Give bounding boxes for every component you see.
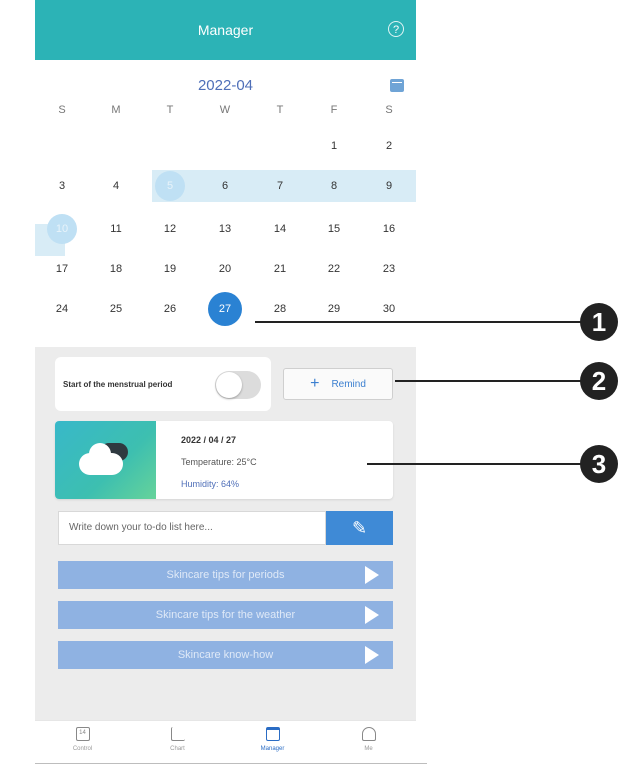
period-card: Start of the menstrual period: [55, 357, 271, 411]
calendar-day[interactable]: 10: [35, 213, 89, 245]
help-icon[interactable]: ?: [388, 21, 404, 37]
tip-weather-button[interactable]: Skincare tips for the weather: [58, 601, 393, 629]
month-label: 2022-04: [197, 76, 254, 94]
calendar-day[interactable]: 6: [198, 170, 252, 202]
calendar-day[interactable]: 18: [89, 253, 143, 285]
calendar-icon: [265, 727, 280, 741]
weekday-label: S: [385, 104, 393, 116]
calendar-day[interactable]: 27: [198, 293, 252, 325]
remind-button[interactable]: + Remind: [283, 368, 393, 400]
calendar-day[interactable]: 24: [35, 293, 89, 325]
weekday-label: F: [330, 104, 338, 116]
tab-manager[interactable]: Manager: [225, 727, 320, 752]
todo-edit-button[interactable]: ✎: [326, 511, 393, 545]
callout-badge: 2: [580, 362, 618, 400]
cloudy-night-icon: [55, 421, 156, 499]
play-arrow-icon: [365, 606, 379, 624]
calendar-day[interactable]: 20: [198, 253, 252, 285]
period-label: Start of the menstrual period: [63, 379, 173, 389]
calendar-day[interactable]: 9: [362, 170, 416, 202]
calendar-day[interactable]: 4: [89, 170, 143, 202]
tab-label: Me: [364, 746, 373, 752]
tab-control[interactable]: 14 Control: [35, 727, 130, 752]
callout-line: [255, 321, 585, 323]
control-icon: 14: [75, 727, 90, 741]
play-arrow-icon: [365, 646, 379, 664]
weather-card: 2022 / 04 / 27 Temperature: 25°C Humidit…: [55, 421, 393, 499]
chart-icon: [170, 727, 185, 741]
person-icon: [361, 727, 376, 741]
weekday-header: SMTWTFS: [35, 104, 416, 124]
calendar-day[interactable]: 23: [362, 253, 416, 285]
calendar-day[interactable]: 26: [143, 293, 197, 325]
weekday-label: S: [58, 104, 66, 116]
weather-humidity: Humidity: 64%: [181, 479, 240, 489]
calendar-day[interactable]: 19: [143, 253, 197, 285]
tab-label: Manager: [260, 746, 285, 752]
bottom-divider: [35, 763, 427, 764]
todo-input[interactable]: Write down your to-do list here...: [58, 511, 326, 545]
calendar-day[interactable]: 1: [307, 130, 361, 162]
calendar-day[interactable]: 22: [307, 253, 361, 285]
callout-line: [395, 380, 585, 382]
calendar-day[interactable]: 15: [307, 213, 361, 245]
play-arrow-icon: [365, 566, 379, 584]
calendar-day[interactable]: 13: [198, 213, 252, 245]
app-screen: Manager ? 2022-04 SMTWTFS 1 2 3 4 5 6 7 8 9 10 11 1…: [35, 0, 416, 768]
calendar-picker-icon[interactable]: [390, 79, 404, 92]
manager-panel: Start of the menstrual period + Remind 2…: [35, 347, 416, 720]
calendar-day[interactable]: 14: [253, 213, 307, 245]
tip-label: Skincare tips for periods: [166, 569, 285, 581]
calendar-day[interactable]: 11: [89, 213, 143, 245]
callout-line: [367, 463, 585, 465]
tip-label: Skincare tips for the weather: [155, 609, 296, 621]
tip-knowhow-button[interactable]: Skincare know-how: [58, 641, 393, 669]
app-header: Manager ?: [35, 0, 416, 60]
calendar-day[interactable]: 7: [253, 170, 307, 202]
tab-me[interactable]: Me: [321, 727, 416, 752]
tab-chart[interactable]: Chart: [130, 727, 225, 752]
tip-label: Skincare know-how: [177, 649, 274, 661]
calendar-day[interactable]: 25: [89, 293, 143, 325]
page-title: Manager: [197, 22, 254, 38]
calendar-day[interactable]: 21: [253, 253, 307, 285]
weather-date: 2022 / 04 / 27: [181, 435, 237, 445]
plus-icon: +: [310, 375, 320, 392]
calendar-day[interactable]: 12: [143, 213, 197, 245]
remind-label: Remind: [331, 378, 366, 390]
light-cloud-shape: [79, 443, 123, 475]
callout-badge: 3: [580, 445, 618, 483]
calendar-day[interactable]: 16: [362, 213, 416, 245]
tab-label: Chart: [170, 746, 185, 752]
weekday-label: T: [276, 104, 284, 116]
calendar-day[interactable]: 17: [35, 253, 89, 285]
calendar-day[interactable]: 8: [307, 170, 361, 202]
weekday-label: W: [219, 104, 231, 116]
calendar-day[interactable]: 2: [362, 130, 416, 162]
calendar-day[interactable]: 3: [35, 170, 89, 202]
calendar-grid: 1 2 3 4 5 6 7 8 9 10 11 12 13 14 15 16 17 18 19 20 21 22 23 24 2…: [35, 130, 416, 340]
calendar-day[interactable]: 5: [143, 170, 197, 202]
callout-badge: 1: [580, 303, 618, 341]
pencil-icon: ✎: [351, 517, 368, 538]
period-toggle[interactable]: [215, 371, 261, 399]
tip-periods-button[interactable]: Skincare tips for periods: [58, 561, 393, 589]
calendar-month-title: 2022-04: [35, 72, 416, 98]
weather-temperature: Temperature: 25°C: [181, 457, 257, 467]
weekday-label: T: [166, 104, 174, 116]
toggle-knob: [216, 372, 242, 398]
tab-label: Control: [72, 746, 93, 752]
tab-bar: 14 Control Chart Manager Me: [35, 720, 416, 768]
weekday-label: M: [111, 104, 121, 116]
